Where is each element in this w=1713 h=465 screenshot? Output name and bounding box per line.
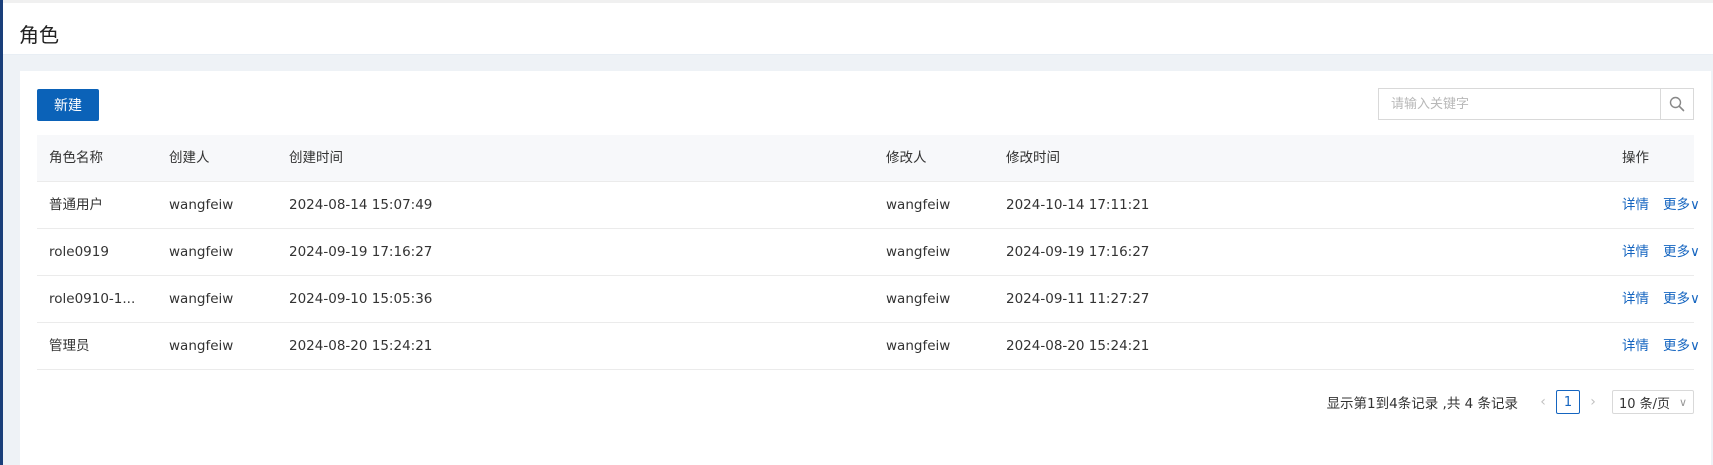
search-box xyxy=(1378,88,1694,120)
search-input[interactable] xyxy=(1379,89,1660,119)
prev-page-icon[interactable]: ‹ xyxy=(1534,394,1552,410)
modifier: wangfeiw xyxy=(886,291,951,307)
header-modified-time: 修改时间 xyxy=(1006,150,1060,166)
created-time: 2024-08-20 15:24:21 xyxy=(289,338,433,354)
table-row: role0919 wangfeiw 2024-09-19 17:16:27 wa… xyxy=(37,229,1700,276)
role-name: role0919 xyxy=(49,244,109,260)
modifier: wangfeiw xyxy=(886,338,951,354)
page-header: 角色 xyxy=(3,3,1713,55)
modified-time: 2024-09-19 17:16:27 xyxy=(1006,244,1150,260)
roles-table: 角色名称 创建人 创建时间 修改人 修改时间 操作 普通用户 wangfeiw … xyxy=(37,135,1700,370)
page-number-current[interactable]: 1 xyxy=(1556,390,1580,414)
row-actions: 详情 更多∨ xyxy=(1622,182,1700,228)
page-size-value: 10 条/页 xyxy=(1619,396,1671,412)
role-name: 普通用户 xyxy=(49,197,103,213)
more-label: 更多 xyxy=(1663,197,1690,213)
modified-time: 2024-09-11 11:27:27 xyxy=(1006,291,1150,307)
more-label: 更多 xyxy=(1663,291,1690,307)
created-time: 2024-09-19 17:16:27 xyxy=(289,244,433,260)
more-label: 更多 xyxy=(1663,244,1690,260)
modified-time: 2024-10-14 17:11:21 xyxy=(1006,197,1150,213)
creator: wangfeiw xyxy=(169,338,234,354)
page-title: 角色 xyxy=(19,23,59,47)
creator: wangfeiw xyxy=(169,244,234,260)
header-created-time: 创建时间 xyxy=(289,150,343,166)
page-size-select[interactable]: 10 条/页 ∨ xyxy=(1612,390,1694,414)
header-creator: 创建人 xyxy=(169,150,210,166)
chevron-down-icon: ∨ xyxy=(1678,395,1687,409)
chevron-down-icon: ∨ xyxy=(1690,291,1700,307)
row-actions: 详情 更多∨ xyxy=(1622,229,1700,275)
row-actions: 详情 更多∨ xyxy=(1622,323,1700,369)
content-card: 新建 角色名称 创建人 创建时间 修改人 修改时间 操作 普通用户 wa xyxy=(20,71,1711,465)
pagination: 显示第1到4条记录 ,共 4 条记录 ‹ 1 › 10 条/页 ∨ xyxy=(1327,388,1694,416)
header-operations: 操作 xyxy=(1622,150,1649,166)
role-name: 管理员 xyxy=(49,338,90,354)
detail-link[interactable]: 详情 xyxy=(1622,197,1649,213)
table-row: 普通用户 wangfeiw 2024-08-14 15:07:49 wangfe… xyxy=(37,182,1700,229)
header-modifier: 修改人 xyxy=(886,150,927,166)
table-row: 管理员 wangfeiw 2024-08-20 15:24:21 wangfei… xyxy=(37,323,1700,370)
table-row: role0910-1... wangfeiw 2024-09-10 15:05:… xyxy=(37,276,1700,323)
page: 角色 新建 角色名称 创建人 创建时间 修改人 修改时间 操作 普 xyxy=(0,0,1713,465)
modified-time: 2024-08-20 15:24:21 xyxy=(1006,338,1150,354)
role-name: role0910-1... xyxy=(49,291,136,307)
more-label: 更多 xyxy=(1663,338,1690,354)
more-dropdown[interactable]: 更多∨ xyxy=(1663,244,1700,260)
next-page-icon[interactable]: › xyxy=(1584,394,1602,410)
chevron-down-icon: ∨ xyxy=(1690,244,1700,260)
more-dropdown[interactable]: 更多∨ xyxy=(1663,291,1700,307)
created-time: 2024-08-14 15:07:49 xyxy=(289,197,433,213)
chevron-down-icon: ∨ xyxy=(1690,197,1700,213)
more-dropdown[interactable]: 更多∨ xyxy=(1663,338,1700,354)
row-actions: 详情 更多∨ xyxy=(1622,276,1700,322)
more-dropdown[interactable]: 更多∨ xyxy=(1663,197,1700,213)
table-header: 角色名称 创建人 创建时间 修改人 修改时间 操作 xyxy=(37,135,1694,182)
modifier: wangfeiw xyxy=(886,197,951,213)
creator: wangfeiw xyxy=(169,291,234,307)
creator: wangfeiw xyxy=(169,197,234,213)
search-icon xyxy=(1669,96,1685,112)
chevron-down-icon: ∨ xyxy=(1690,338,1700,354)
created-time: 2024-09-10 15:05:36 xyxy=(289,291,433,307)
detail-link[interactable]: 详情 xyxy=(1622,244,1649,260)
modifier: wangfeiw xyxy=(886,244,951,260)
search-button[interactable] xyxy=(1660,89,1693,119)
detail-link[interactable]: 详情 xyxy=(1622,291,1649,307)
detail-link[interactable]: 详情 xyxy=(1622,338,1649,354)
new-button[interactable]: 新建 xyxy=(37,89,99,121)
header-role-name: 角色名称 xyxy=(49,150,103,166)
pagination-summary: 显示第1到4条记录 ,共 4 条记录 xyxy=(1326,396,1518,412)
